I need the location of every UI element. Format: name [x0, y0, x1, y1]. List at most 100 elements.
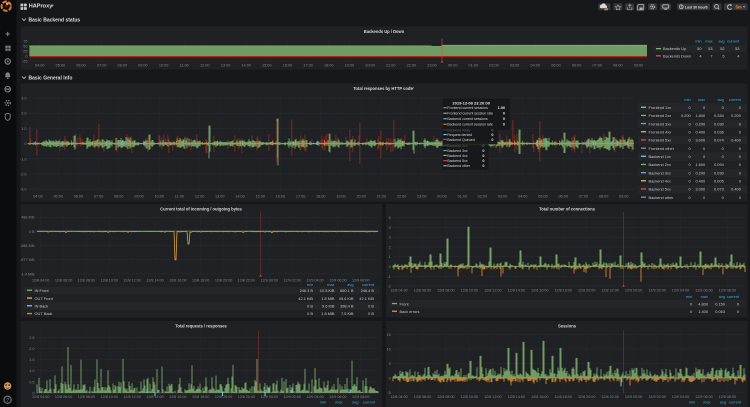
svg-text:06:00: 06:00	[76, 64, 86, 68]
svg-text:3.000: 3.000	[695, 138, 706, 143]
svg-text:08:00: 08:00	[613, 64, 623, 68]
svg-text:18:00: 18:00	[324, 64, 334, 68]
svg-text:12/8 18:00: 12/8 18:00	[192, 279, 209, 283]
svg-text:12/8 22:00: 12/8 22:00	[238, 395, 255, 399]
svg-text:min: min	[684, 97, 690, 102]
svg-text:-1.4 MiB: -1.4 MiB	[20, 272, 35, 276]
svg-text:2.0: 2.0	[29, 347, 34, 351]
svg-text:12/9 02:00: 12/9 02:00	[283, 395, 300, 399]
svg-text:0.094: 0.094	[714, 162, 725, 167]
svg-text:9.6 KiB: 9.6 KiB	[322, 304, 335, 309]
svg-text:Frontend other: Frontend other	[649, 146, 675, 151]
svg-text:4.800: 4.800	[698, 301, 709, 306]
svg-text:current: current	[729, 97, 742, 102]
svg-text:12/8 12:00: 12/8 12:00	[123, 395, 140, 399]
svg-text:05:00: 05:00	[551, 64, 561, 68]
svg-text:Backend 1xx: Backend 1xx	[649, 154, 671, 159]
svg-text:0: 0	[482, 159, 484, 163]
svg-text:12/8 20:00: 12/8 20:00	[215, 279, 232, 283]
svg-text:07:00: 07:00	[97, 64, 107, 68]
svg-text:12/8 16:00: 12/8 16:00	[531, 395, 548, 399]
svg-text:0: 0	[503, 112, 505, 116]
svg-text:12/9 00:00: 12/9 00:00	[625, 395, 642, 399]
svg-text:12/9 00:00: 12/9 00:00	[261, 395, 278, 399]
svg-text:07:00: 07:00	[94, 195, 104, 199]
svg-text:min: min	[686, 294, 692, 299]
svg-text:20:00: 20:00	[365, 64, 375, 68]
svg-text:-977 KiB: -977 KiB	[20, 258, 35, 262]
svg-text:max: max	[698, 97, 705, 102]
svg-text:05:00: 05:00	[56, 64, 66, 68]
svg-text:min: min	[307, 282, 313, 287]
svg-text:52: 52	[720, 46, 724, 51]
svg-text:12/8 04:00: 12/8 04:00	[390, 395, 407, 399]
svg-text:09:00: 09:00	[619, 195, 629, 199]
svg-text:3: 3	[389, 236, 391, 240]
svg-text:0.030: 0.030	[714, 170, 725, 175]
svg-text:1.8 MiB: 1.8 MiB	[321, 311, 335, 316]
svg-text:-25: -25	[22, 60, 28, 64]
svg-text:Backend 3xx: Backend 3xx	[649, 170, 671, 175]
svg-text:12/8 06:00: 12/8 06:00	[414, 395, 431, 399]
svg-text:12/8 16:00: 12/8 16:00	[169, 279, 186, 283]
svg-text:0: 0	[389, 376, 391, 380]
svg-text:Sessions: Sessions	[558, 324, 577, 329]
svg-text:max: max	[327, 282, 334, 287]
svg-text:0.200: 0.200	[681, 113, 692, 118]
svg-text:Total number of connections: Total number of connections	[539, 207, 596, 212]
svg-text:17:00: 17:00	[296, 195, 306, 199]
svg-text:12/9 08:00: 12/9 08:00	[352, 395, 369, 399]
svg-text:398.4 B: 398.4 B	[340, 304, 354, 309]
svg-text:min: min	[689, 399, 695, 404]
svg-text:49.6 KiB: 49.6 KiB	[339, 296, 354, 301]
svg-text:12/9 06:00: 12/9 06:00	[329, 395, 346, 399]
svg-text:Backend 2xx: Backend 2xx	[447, 144, 467, 148]
svg-text:0.200: 0.200	[695, 121, 706, 126]
svg-text:avg: avg	[718, 97, 724, 102]
svg-text:12/8 12:00: 12/8 12:00	[484, 395, 501, 399]
svg-text:12/8 10:00: 12/8 10:00	[461, 289, 478, 293]
svg-text:7.5 KiB: 7.5 KiB	[341, 311, 354, 316]
svg-text:12/9 02:00: 12/9 02:00	[648, 395, 665, 399]
svg-text:21:00: 21:00	[386, 64, 396, 68]
svg-text:HAProxy: HAProxy	[29, 4, 54, 10]
svg-text:-2.0: -2.0	[20, 173, 27, 177]
svg-text:19:00: 19:00	[336, 195, 346, 199]
svg-text:Frontend 5xx: Frontend 5xx	[649, 138, 672, 143]
svg-text:03:00: 03:00	[510, 64, 520, 68]
svg-text:Backend 2xx: Backend 2xx	[649, 162, 671, 167]
svg-text:Backend current sessions: Backend current sessions	[447, 117, 488, 121]
svg-text:0.036: 0.036	[714, 130, 724, 135]
svg-text:00:00: 00:00	[437, 195, 447, 199]
svg-text:08:00: 08:00	[114, 195, 124, 199]
svg-text:06:00: 06:00	[572, 64, 582, 68]
svg-text:Total requests / responses: Total requests / responses	[175, 324, 227, 329]
svg-text:max: max	[705, 38, 712, 43]
svg-text:12/8 06:00: 12/8 06:00	[414, 289, 431, 293]
svg-text:12/8 16:00: 12/8 16:00	[169, 395, 186, 399]
svg-text:12/8 22:00: 12/8 22:00	[238, 279, 255, 283]
svg-text:current: current	[727, 294, 740, 299]
svg-text:0.400: 0.400	[695, 130, 706, 135]
svg-text:10:00: 10:00	[159, 64, 169, 68]
svg-text:12/8 16:00: 12/8 16:00	[531, 289, 548, 293]
svg-text:12/8 14:00: 12/8 14:00	[508, 289, 525, 293]
svg-text:7: 7	[710, 53, 712, 58]
svg-text:5: 5	[389, 216, 391, 220]
svg-text:12/9 04:00: 12/9 04:00	[306, 395, 323, 399]
svg-text:0.005: 0.005	[714, 179, 724, 184]
svg-text:Backend 4xx: Backend 4xx	[447, 154, 467, 158]
svg-text:0.400: 0.400	[695, 179, 706, 184]
svg-text:-1.0: -1.0	[20, 157, 27, 161]
svg-text:12/8 18:00: 12/8 18:00	[554, 289, 571, 293]
svg-text:Last 30 hours: Last 30 hours	[685, 5, 708, 9]
svg-text:0 B: 0 B	[307, 311, 313, 316]
svg-text:12/9 04:00: 12/9 04:00	[672, 395, 689, 399]
svg-text:2019-12-08 23:20:00: 2019-12-08 23:20:00	[452, 101, 490, 106]
svg-text:08:00: 08:00	[118, 64, 128, 68]
svg-text:0: 0	[389, 265, 391, 269]
svg-text:Frontend current session rate: Frontend current session rate	[447, 112, 493, 116]
svg-text:max: max	[703, 399, 710, 404]
svg-text:0.200: 0.200	[695, 170, 706, 175]
svg-text:OUT Front: OUT Front	[35, 296, 54, 301]
